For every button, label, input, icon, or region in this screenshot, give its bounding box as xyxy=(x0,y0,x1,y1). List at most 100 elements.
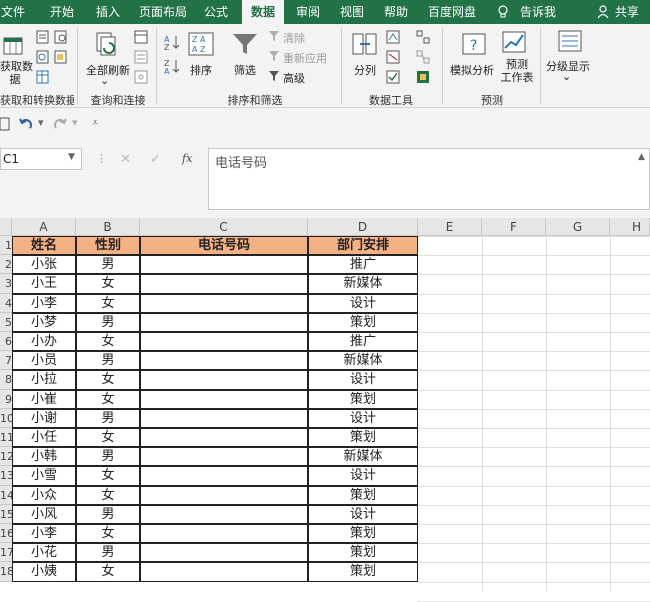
reapply-button[interactable]: 重新应用 xyxy=(283,50,327,66)
table-cell[interactable]: 女 xyxy=(76,332,140,352)
share-button[interactable]: 共享 xyxy=(612,0,642,24)
worksheet-grid[interactable]: A B C D E F G H 1 姓名 性别 电话号码 部门安排 2 小张男推广 3 小王女新… xyxy=(0,218,650,602)
table-cell[interactable]: 女 xyxy=(76,428,140,448)
sort-button[interactable]: 排序 xyxy=(190,62,212,78)
row-header[interactable]: 15 xyxy=(0,504,12,524)
tab-data[interactable]: 数据 xyxy=(242,0,284,24)
undo-dropdown-icon[interactable]: ▾ xyxy=(38,116,44,129)
redo-icon[interactable] xyxy=(52,116,70,135)
clear-button[interactable]: 清除 xyxy=(283,30,305,46)
tab-insert[interactable]: 插入 xyxy=(92,0,124,24)
tell-me-search[interactable]: 告诉我 xyxy=(518,0,558,24)
header-cell[interactable]: 姓名 xyxy=(12,236,76,256)
row-header[interactable]: 8 xyxy=(0,370,12,390)
advanced-button[interactable]: 高级 xyxy=(283,70,305,86)
table-cell[interactable] xyxy=(140,562,308,582)
table-cell[interactable]: 策划 xyxy=(308,312,418,332)
tab-file[interactable]: 文件 xyxy=(0,0,26,24)
sort-az-icon[interactable]: AZ xyxy=(164,34,182,53)
table-cell[interactable]: 男 xyxy=(76,447,140,467)
outline-dropdown-icon[interactable]: ⌄ xyxy=(562,70,571,83)
table-cell[interactable] xyxy=(140,332,308,352)
table-cell[interactable]: 小任 xyxy=(12,428,76,448)
formula-input[interactable]: 电话号码 xyxy=(208,148,650,210)
table-cell[interactable]: 小张 xyxy=(12,255,76,275)
table-cell[interactable]: 小花 xyxy=(12,543,76,563)
row-header[interactable]: 6 xyxy=(0,332,12,352)
row-header[interactable]: 2 xyxy=(0,255,12,275)
table-cell[interactable]: 小众 xyxy=(12,485,76,505)
tab-review[interactable]: 审阅 xyxy=(292,0,324,24)
table-cell[interactable]: 设计 xyxy=(308,370,418,390)
cancel-icon[interactable]: ✕ xyxy=(120,152,131,167)
existing-connections-icon[interactable] xyxy=(54,50,68,67)
insert-function-icon[interactable]: fx xyxy=(182,152,192,165)
header-cell[interactable]: 电话号码 xyxy=(140,236,308,256)
tab-page-layout[interactable]: 页面布局 xyxy=(138,0,188,24)
row-header[interactable]: 4 xyxy=(0,293,12,313)
from-web-icon[interactable] xyxy=(36,50,50,67)
table-cell[interactable] xyxy=(140,447,308,467)
table-cell[interactable] xyxy=(140,485,308,505)
recent-sources-icon[interactable] xyxy=(54,30,68,47)
table-cell[interactable]: 小李 xyxy=(12,293,76,313)
table-cell[interactable]: 小韩 xyxy=(12,447,76,467)
table-cell[interactable]: 小梦 xyxy=(12,312,76,332)
refresh-dropdown-icon[interactable]: ⌄ xyxy=(100,74,109,87)
reapply-icon[interactable] xyxy=(268,50,280,65)
filter-button[interactable]: 筛选 xyxy=(234,62,256,78)
table-cell[interactable] xyxy=(140,312,308,332)
table-cell[interactable]: 小雪 xyxy=(12,466,76,486)
col-header-h[interactable]: H xyxy=(610,218,650,236)
col-header-c[interactable]: C xyxy=(140,218,308,236)
table-cell[interactable]: 男 xyxy=(76,312,140,332)
row-header[interactable]: 9 xyxy=(0,389,12,409)
table-cell[interactable] xyxy=(140,351,308,371)
tab-help[interactable]: 帮助 xyxy=(380,0,412,24)
consolidate-icon[interactable] xyxy=(416,30,430,47)
table-cell[interactable]: 小员 xyxy=(12,351,76,371)
tab-baidu-netdisk[interactable]: 百度网盘 xyxy=(424,0,480,24)
table-cell[interactable] xyxy=(140,370,308,390)
table-cell[interactable]: 小办 xyxy=(12,332,76,352)
table-cell[interactable]: 男 xyxy=(76,504,140,524)
tab-view[interactable]: 视图 xyxy=(336,0,368,24)
table-cell[interactable]: 推广 xyxy=(308,255,418,275)
table-cell[interactable] xyxy=(140,293,308,313)
table-cell[interactable]: 推广 xyxy=(308,332,418,352)
table-cell[interactable]: 策划 xyxy=(308,485,418,505)
table-cell[interactable]: 男 xyxy=(76,543,140,563)
table-cell[interactable]: 新媒体 xyxy=(308,351,418,371)
table-cell[interactable]: 男 xyxy=(76,255,140,275)
properties-icon[interactable] xyxy=(134,50,148,67)
table-cell[interactable] xyxy=(140,504,308,524)
save-icon[interactable] xyxy=(0,117,10,134)
header-cell[interactable]: 部门安排 xyxy=(308,236,418,256)
select-all-corner[interactable] xyxy=(0,218,12,236)
clear-filter-icon[interactable] xyxy=(268,30,280,45)
queries-connections-icon[interactable] xyxy=(134,30,148,47)
table-cell[interactable]: 小风 xyxy=(12,504,76,524)
undo-icon[interactable] xyxy=(18,116,36,135)
table-cell[interactable]: 设计 xyxy=(308,504,418,524)
table-cell[interactable]: 女 xyxy=(76,370,140,390)
forecast-sheet-button[interactable]: 预测 工作表 xyxy=(500,58,534,84)
sort-za-icon[interactable]: ZA xyxy=(164,58,182,77)
col-header-e[interactable]: E xyxy=(418,218,482,236)
col-header-d[interactable]: D xyxy=(308,218,418,236)
header-cell[interactable]: 性别 xyxy=(76,236,140,256)
from-text-icon[interactable] xyxy=(36,30,50,47)
col-header-f[interactable]: F xyxy=(482,218,546,236)
row-header[interactable]: 13 xyxy=(0,466,12,486)
table-cell[interactable]: 小崔 xyxy=(12,389,76,409)
table-cell[interactable] xyxy=(140,389,308,409)
table-cell[interactable]: 小李 xyxy=(12,524,76,544)
row-header[interactable]: 14 xyxy=(0,485,12,505)
redo-dropdown-icon[interactable]: ▾ xyxy=(72,116,78,129)
row-header[interactable]: 17 xyxy=(0,543,12,563)
table-cell[interactable]: 小姨 xyxy=(12,562,76,582)
customize-qat-icon[interactable]: ⩡ xyxy=(92,116,98,130)
table-cell[interactable]: 小拉 xyxy=(12,370,76,390)
relationships-icon[interactable] xyxy=(416,50,430,67)
table-cell[interactable] xyxy=(140,255,308,275)
